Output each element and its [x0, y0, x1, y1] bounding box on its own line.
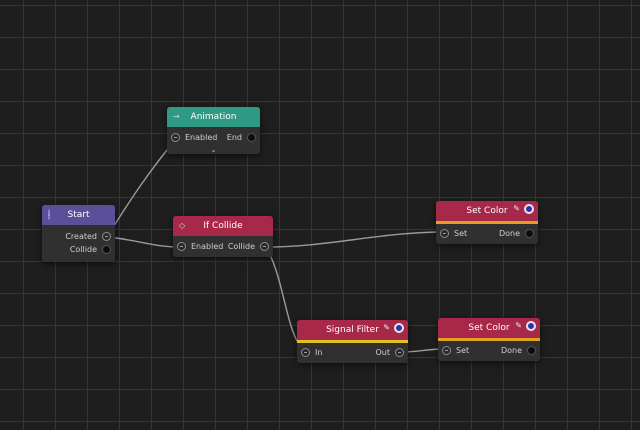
chevron-down-icon[interactable]: ⌄	[211, 147, 217, 154]
node-set-color-2-title: Set Color	[468, 323, 510, 333]
port-start-created: Created	[48, 230, 111, 243]
input-pin-enabled[interactable]	[177, 242, 186, 251]
input-pin-enabled[interactable]	[171, 133, 180, 142]
port-label: Collide	[69, 245, 97, 254]
port-label: Enabled	[191, 242, 224, 251]
input-pin-in[interactable]	[301, 348, 310, 357]
gear-icon	[48, 209, 50, 220]
node-start-title: Start	[67, 210, 90, 220]
wire-start-created-to-animation-enabled	[106, 138, 177, 238]
port-label: Enabled	[185, 133, 218, 142]
diamond-arrows-icon: ◇	[179, 221, 186, 230]
node-animation[interactable]: → Animation Enabled End ⌄	[167, 107, 260, 154]
node-set-color-2[interactable]: Set Color ✎ Set Done	[438, 318, 540, 361]
port-label: Out	[375, 348, 390, 357]
port-label: End	[226, 133, 242, 142]
node-start-header[interactable]: Start	[42, 205, 115, 225]
node-animation-header[interactable]: → Animation	[167, 107, 260, 127]
node-set-color-2-header[interactable]: Set Color ✎	[438, 318, 540, 338]
color-swatch-icon[interactable]	[524, 204, 534, 214]
arrow-right-icon: →	[173, 112, 180, 121]
port-label: Done	[498, 229, 520, 238]
node-if-collide-header[interactable]: ◇ If Collide	[173, 216, 273, 236]
pin-icon[interactable]: ✎	[513, 204, 520, 214]
node-set-color-1-header[interactable]: Set Color ✎	[436, 201, 538, 221]
port-signal-filter-row: In Out	[301, 346, 404, 359]
pin-icon[interactable]: ✎	[515, 321, 522, 331]
output-pin-out[interactable]	[395, 348, 404, 357]
node-if-collide-title: If Collide	[203, 221, 243, 231]
pin-icon[interactable]: ✎	[383, 323, 390, 333]
color-swatch-icon[interactable]	[526, 321, 536, 331]
wire-start-created-to-if-collide-enabled	[106, 236, 183, 248]
port-label: Created	[65, 232, 97, 241]
color-swatch-icon[interactable]	[394, 323, 404, 333]
output-pin-created[interactable]	[102, 232, 111, 241]
port-label: Done	[500, 346, 522, 355]
input-pin-set[interactable]	[440, 229, 449, 238]
node-graph-canvas[interactable]: Start Created Collide → Animation Enable…	[0, 0, 640, 430]
node-if-collide[interactable]: ◇ If Collide Enabled Collide	[173, 216, 273, 257]
node-animation-title: Animation	[190, 112, 237, 122]
port-label: Collide	[227, 242, 255, 251]
node-start[interactable]: Start Created Collide	[42, 205, 115, 262]
output-pin-end[interactable]	[247, 133, 256, 142]
output-pin-done[interactable]	[525, 229, 534, 238]
node-signal-filter[interactable]: Signal Filter ✎ In Out	[297, 320, 408, 363]
node-signal-filter-title: Signal Filter	[326, 325, 379, 335]
node-set-color-1[interactable]: Set Color ✎ Set Done	[436, 201, 538, 244]
port-label: In	[315, 348, 323, 357]
output-pin-collide[interactable]	[102, 245, 111, 254]
port-set-color-2-row: Set Done	[442, 344, 536, 357]
output-pin-done[interactable]	[527, 346, 536, 355]
port-set-color-1-row: Set Done	[440, 227, 534, 240]
input-pin-set[interactable]	[442, 346, 451, 355]
node-set-color-1-title: Set Color	[466, 206, 508, 216]
output-pin-collide[interactable]	[260, 242, 269, 251]
node-signal-filter-header[interactable]: Signal Filter ✎	[297, 320, 408, 340]
port-label: Set	[454, 229, 468, 238]
port-start-collide: Collide	[48, 243, 111, 256]
wire-if-collide-collide-to-set-color-set	[265, 231, 445, 248]
port-label: Set	[456, 346, 470, 355]
port-animation-row: Enabled End	[171, 131, 256, 144]
port-if-collide-row: Enabled Collide	[177, 240, 269, 253]
